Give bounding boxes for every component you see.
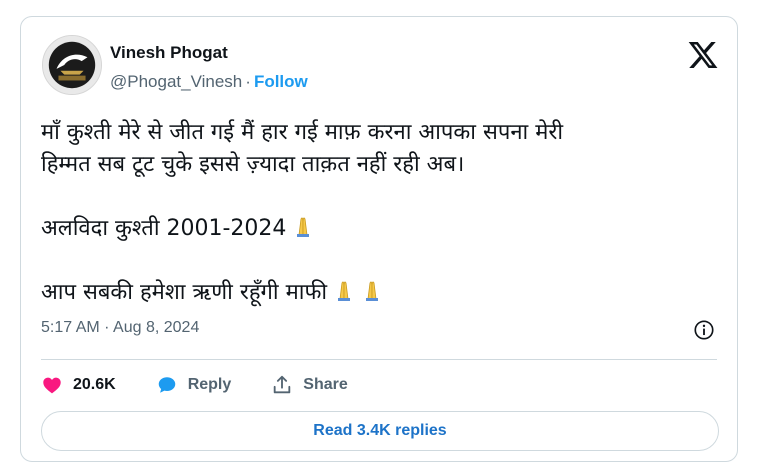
meta-separator: · xyxy=(104,319,110,336)
reply-label: Reply xyxy=(187,376,232,393)
user-handle[interactable]: @Phogat_Vinesh xyxy=(110,72,242,91)
tweet-time: 5:17 AM xyxy=(41,319,100,336)
tweet-line: अलविदा कुश्ती 2001-2024 xyxy=(41,216,287,241)
like-count: 20.6K xyxy=(73,376,116,393)
divider xyxy=(41,359,717,360)
heart-icon xyxy=(43,377,61,394)
share-icon xyxy=(274,375,291,394)
x-logo-icon[interactable] xyxy=(687,39,719,71)
folded-hands-icon xyxy=(331,277,357,303)
user-name[interactable]: Vinesh Phogat xyxy=(110,43,228,63)
avatar[interactable] xyxy=(42,35,102,95)
handle-row: @Phogat_Vinesh · Follow xyxy=(110,72,308,92)
tweet-text: माँ कुश्ती मेरे से जीत गई मैं हार गई माफ… xyxy=(41,117,731,309)
tweet-line-with-emoji: आप सबकी हमेशा ऋणी रहूँगी माफी xyxy=(41,277,731,309)
tweet-line: आप सबकी हमेशा ऋणी रहूँगी माफी xyxy=(41,280,328,305)
info-icon[interactable] xyxy=(693,319,715,341)
tweet-date: Aug 8, 2024 xyxy=(113,319,200,336)
like-button[interactable]: 20.6K xyxy=(41,374,116,396)
share-button[interactable]: Share xyxy=(271,374,348,396)
wrestler-logo-icon xyxy=(43,36,101,94)
tweet-card: Vinesh Phogat @Phogat_Vinesh · Follow माँ … xyxy=(20,16,738,462)
folded-hands-icon xyxy=(290,213,316,239)
tweet-timestamp[interactable]: 5:17 AM · Aug 8, 2024 xyxy=(41,319,199,337)
share-label: Share xyxy=(303,376,348,393)
action-bar: 20.6K Reply Share xyxy=(41,373,388,397)
folded-hands-icon xyxy=(359,277,385,303)
read-replies-button[interactable]: Read 3.4K replies xyxy=(41,411,719,451)
tweet-line: हिम्मत सब टूट चुके इससे ज़्यादा ताक़त नह… xyxy=(41,152,465,177)
tweet-line: माँ कुश्ती मेरे से जीत गई मैं हार गई माफ… xyxy=(41,120,564,145)
handle-separator: · xyxy=(245,72,251,91)
reply-bubble-icon xyxy=(158,377,175,393)
tweet-line-with-emoji: अलविदा कुश्ती 2001-2024 xyxy=(41,213,731,245)
follow-button[interactable]: Follow xyxy=(254,72,308,91)
reply-button[interactable]: Reply xyxy=(156,374,232,396)
